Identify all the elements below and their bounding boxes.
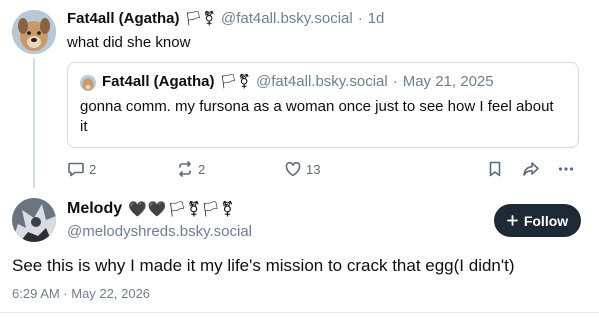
share-action-button[interactable]	[522, 160, 540, 178]
follow-button[interactable]: Follow	[494, 204, 581, 237]
thread-line	[33, 58, 35, 188]
quoted-post-header: Fat4all (Agatha) 🏳⚧ @fat4all.bsky.social…	[102, 73, 494, 90]
quoted-author-name: Fat4all (Agatha)	[102, 73, 215, 90]
bookmark-icon	[489, 161, 501, 177]
main-post-author-row: Melody 🖤🖤🏳⚧🏳⚧	[67, 200, 235, 218]
main-author-handle[interactable]: @melodyshreds.bsky.social	[67, 223, 252, 240]
like-icon	[285, 161, 301, 177]
reply-author-avatar[interactable]	[12, 10, 56, 54]
reply-count: 2	[89, 161, 97, 177]
reply-author-name[interactable]: Fat4all (Agatha)	[67, 10, 180, 27]
quoted-author-avatar	[80, 75, 96, 91]
repost-action-button[interactable]: 2	[176, 160, 205, 178]
quoted-author-handle: @fat4all.bsky.social	[256, 73, 388, 90]
main-post-timestamp[interactable]: 6:29 AM · May 22, 2026	[12, 286, 150, 301]
reply-separator: ·	[357, 10, 363, 27]
repost-icon	[179, 161, 191, 177]
follow-button-label: Follow	[523, 212, 569, 229]
like-count: 13	[306, 161, 321, 177]
more-icon	[558, 167, 574, 171]
main-author-avatar[interactable]	[12, 198, 56, 242]
quoted-post-text: gonna comm. my fursona as a woman once j…	[80, 98, 554, 135]
plus-icon	[506, 215, 518, 226]
repost-count: 2	[198, 161, 206, 177]
reply-post-text: what did she know	[67, 34, 191, 51]
reply-author-flags: 🏳⚧	[184, 10, 217, 26]
dog-avatar-image	[12, 10, 56, 54]
like-action-button[interactable]: 13	[284, 160, 320, 178]
quoted-separator: ·	[392, 73, 398, 90]
share-icon	[523, 162, 539, 176]
quoted-date: May 21, 2025	[402, 73, 494, 90]
more-options-button[interactable]	[557, 160, 575, 178]
main-author-name[interactable]: Melody	[67, 200, 122, 218]
reply-icon	[68, 162, 84, 177]
bookmark-action-button[interactable]	[487, 160, 503, 178]
main-author-badges: 🖤🖤🏳⚧🏳⚧	[128, 201, 235, 218]
dog-avatar-image	[80, 75, 96, 91]
main-post-text: See this is why I made it my life's miss…	[12, 256, 515, 275]
reply-action-button[interactable]: 2	[67, 160, 96, 178]
reply-author-handle[interactable]: @fat4all.bsky.social	[221, 10, 353, 27]
bottom-divider	[0, 312, 599, 313]
reply-post-header: Fat4all (Agatha) 🏳⚧ @fat4all.bsky.social…	[67, 10, 384, 27]
user-avatar-image	[12, 198, 56, 242]
quoted-post-card[interactable]: Fat4all (Agatha) 🏳⚧ @fat4all.bsky.social…	[67, 62, 579, 148]
quoted-author-flags: 🏳⚧	[219, 73, 252, 89]
reply-time-ago[interactable]: 1d	[368, 10, 385, 27]
